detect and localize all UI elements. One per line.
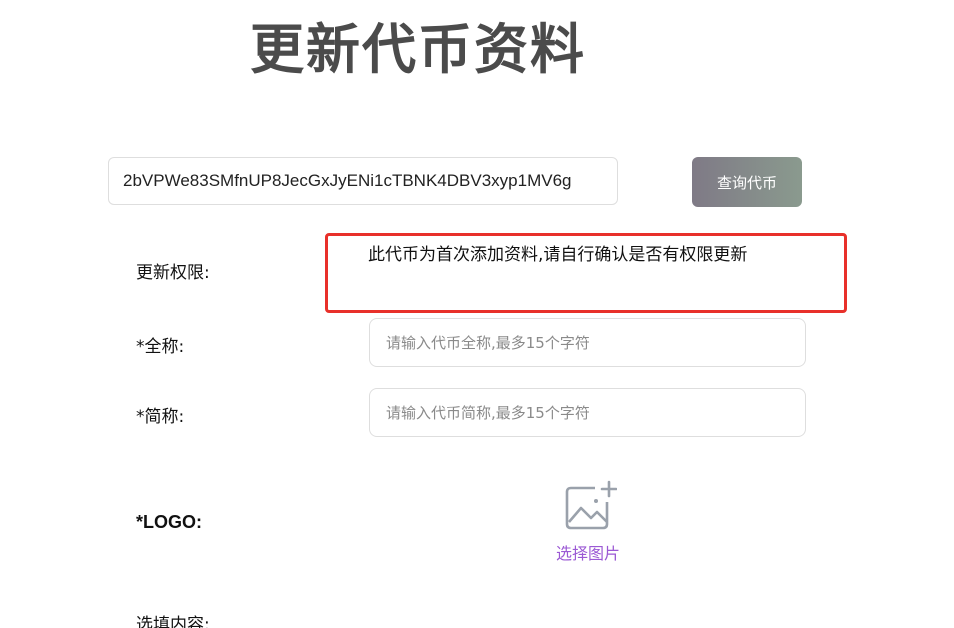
logo-upload-button[interactable]: 选择图片 — [540, 478, 636, 568]
full-name-label: *全称: — [136, 337, 185, 357]
logo-label: *LOGO: — [136, 512, 202, 532]
permission-message: 此代币为首次添加资料,请自行确认是否有权限更新 — [368, 245, 748, 265]
query-token-button[interactable]: 查询代币 — [692, 157, 802, 207]
permission-label: 更新权限: — [136, 263, 210, 283]
image-add-icon — [565, 480, 617, 530]
update-token-page: 更新代币资料 查询代币 更新权限: 此代币为首次添加资料,请自行确认是否有权限更… — [0, 0, 954, 628]
page-title: 更新代币资料 — [250, 18, 586, 81]
upload-label: 选择图片 — [555, 544, 620, 563]
short-name-input[interactable] — [369, 388, 806, 437]
optional-content-label: 选填内容: — [136, 615, 210, 628]
short-name-label: *简称: — [136, 407, 185, 427]
full-name-input[interactable] — [369, 318, 806, 367]
token-address-input[interactable] — [108, 157, 618, 205]
